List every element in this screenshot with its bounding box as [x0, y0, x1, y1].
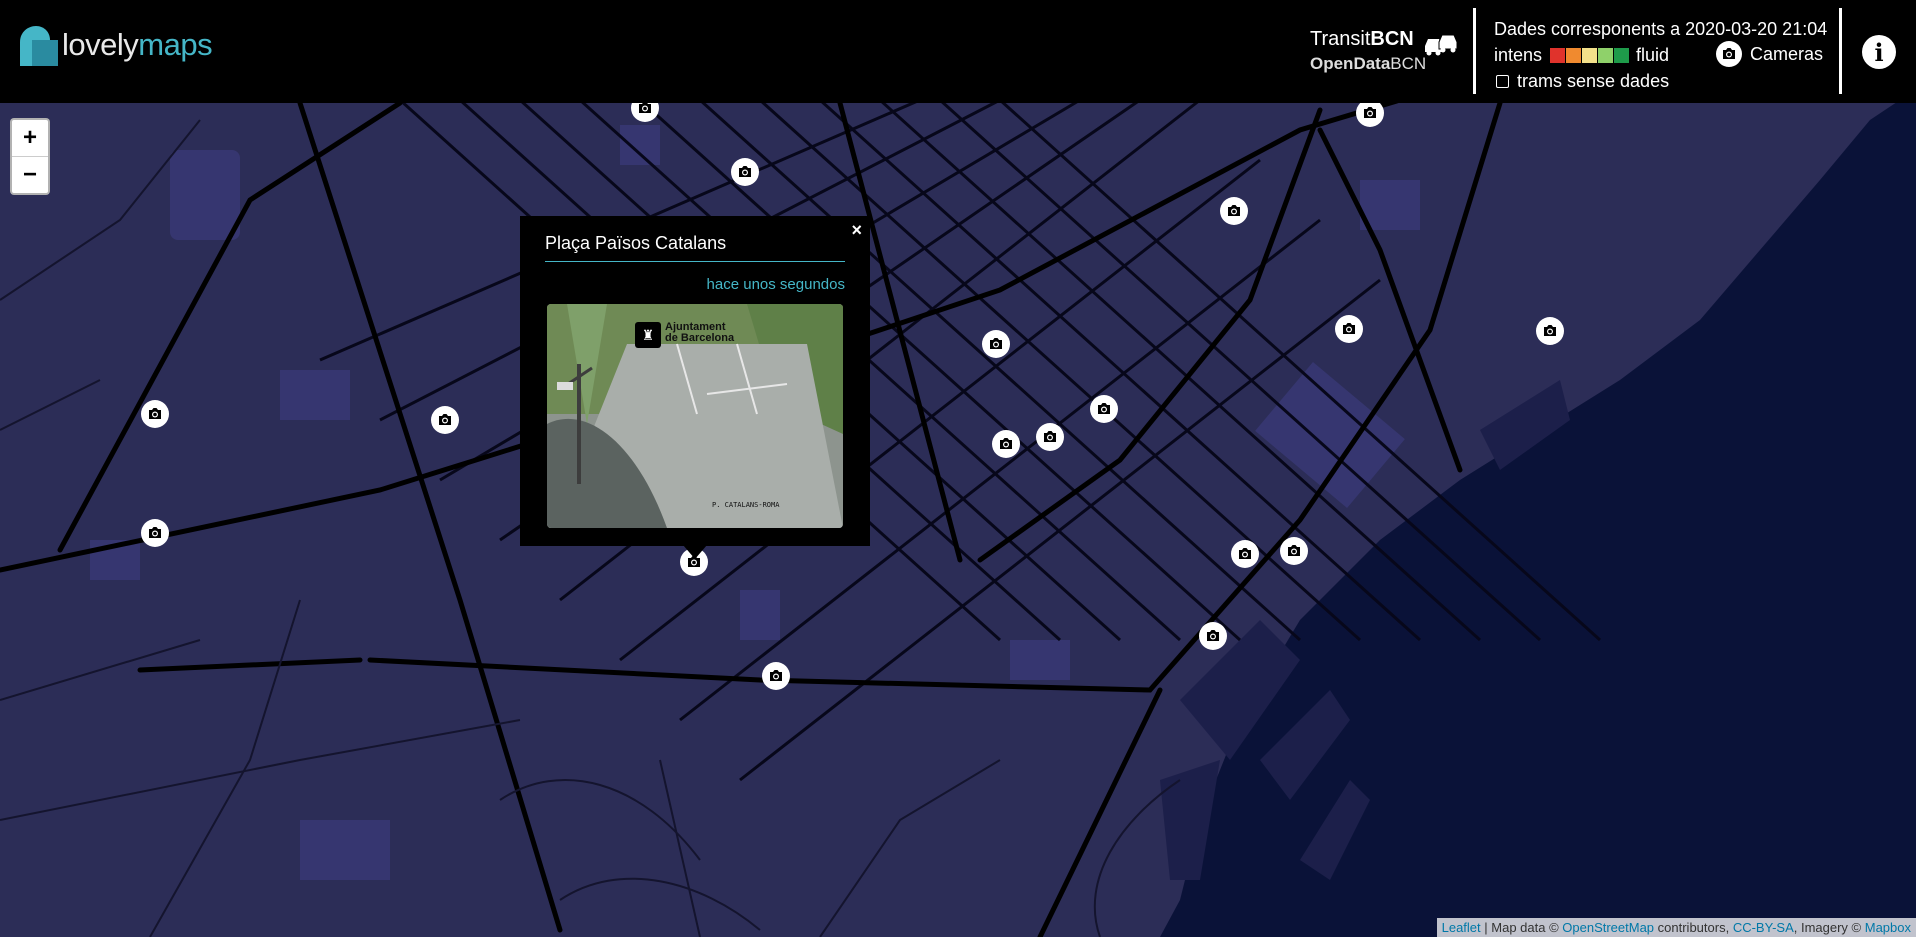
camera-marker[interactable] [1199, 622, 1227, 650]
cameras-toggle[interactable]: Cameras [1716, 41, 1823, 67]
camera-marker[interactable] [1280, 537, 1308, 565]
bcn-label: BCN [1370, 28, 1414, 50]
camera-marker[interactable] [141, 400, 169, 428]
map-canvas[interactable] [0, 0, 1916, 937]
camera-icon [1343, 323, 1355, 334]
camera-snapshot[interactable]: ♜ Ajuntament de Barcelona P. CATALANS-ROM… [547, 304, 843, 528]
top-bar: lovelymaps TransitBCN OpenDataBCN Dades … [0, 0, 1916, 103]
cars-icon [1421, 30, 1461, 60]
legend-swatch [1550, 47, 1566, 63]
camera-icon [770, 670, 782, 681]
camera-icon [149, 527, 161, 538]
camera-icon [1288, 545, 1300, 556]
camera-icon [1000, 438, 1012, 449]
zoom-in-button[interactable]: + [12, 120, 48, 157]
camera-caption: P. CATALANS-ROMA [712, 501, 780, 509]
camera-icon [439, 414, 451, 425]
zoom-control: + − [10, 118, 50, 195]
popup-divider [545, 261, 845, 262]
legend-swatch [1582, 47, 1598, 63]
lovelymaps-logo[interactable]: lovelymaps [16, 20, 213, 70]
license-link[interactable]: CC-BY-SA [1733, 920, 1794, 935]
camera-icon [1207, 630, 1219, 641]
camera-icon [639, 102, 651, 113]
opendata-label: OpenData [1310, 54, 1391, 73]
camera-icon [1228, 205, 1240, 216]
logo-text: lovelymaps [62, 27, 213, 62]
zoom-out-button[interactable]: − [12, 157, 48, 193]
mapbox-link[interactable]: Mapbox [1865, 920, 1911, 935]
transit-label: Transit [1310, 28, 1371, 50]
data-timestamp: Dades corresponents a 2020-03-20 21:04 [1494, 18, 1828, 39]
camera-marker[interactable] [1231, 540, 1259, 568]
close-icon[interactable]: × [851, 220, 862, 241]
camera-icon [1544, 325, 1556, 336]
camera-icon [1098, 403, 1110, 414]
ajuntament-logo: ♜ Ajuntament de Barcelona [635, 322, 734, 348]
camera-marker[interactable] [1036, 423, 1064, 451]
legend-swatch [1598, 47, 1614, 63]
popup-title: Plaça Països Catalans [545, 233, 727, 253]
camera-icon [149, 408, 161, 419]
map-attribution: Leaflet | Map data © OpenStreetMap contr… [1436, 918, 1916, 937]
camera-icon [1716, 41, 1742, 67]
camera-marker[interactable] [762, 662, 790, 690]
camera-marker[interactable] [431, 406, 459, 434]
no-data-checkbox[interactable] [1496, 74, 1509, 88]
camera-marker[interactable] [1536, 317, 1564, 345]
camera-icon [1044, 431, 1056, 442]
camera-marker[interactable] [1220, 197, 1248, 225]
legend-fluid-label: fluid [1636, 44, 1670, 65]
osm-link[interactable]: OpenStreetMap [1562, 920, 1654, 935]
camera-marker[interactable] [731, 158, 759, 186]
camera-icon [739, 166, 751, 177]
legend-swatch [1614, 47, 1630, 63]
leaflet-link[interactable]: Leaflet [1442, 920, 1481, 935]
popup-tip [683, 545, 707, 559]
legend-swatch [1566, 47, 1582, 63]
legend-intense-label: intens [1494, 44, 1543, 65]
camera-icon [1239, 548, 1251, 559]
camera-popup: × Plaça Països Catalans hace unos segund… [520, 216, 870, 546]
camera-marker[interactable] [982, 330, 1010, 358]
camera-marker[interactable] [1356, 99, 1384, 127]
info-icon[interactable]: i [1862, 35, 1896, 69]
transit-bcn-brand: TransitBCN OpenDataBCN [1310, 28, 1426, 74]
cloud-logo-icon [16, 24, 58, 66]
barcelona-seal-icon: ♜ [635, 322, 661, 348]
camera-marker[interactable] [141, 519, 169, 547]
camera-icon [990, 338, 1002, 349]
no-data-label: trams sense dades [1517, 70, 1670, 91]
camera-marker[interactable] [1090, 395, 1118, 423]
header-divider [1473, 8, 1476, 94]
no-data-toggle[interactable]: trams sense dades [1494, 68, 1827, 94]
legend-color-scale [1550, 47, 1630, 63]
popup-timestamp: hace unos segundos [706, 276, 845, 293]
header-divider [1839, 8, 1842, 94]
camera-icon [1364, 107, 1376, 118]
map-tiles [0, 0, 1916, 937]
camera-marker[interactable] [1335, 315, 1363, 343]
camera-marker[interactable] [992, 430, 1020, 458]
cameras-label: Cameras [1750, 43, 1824, 64]
